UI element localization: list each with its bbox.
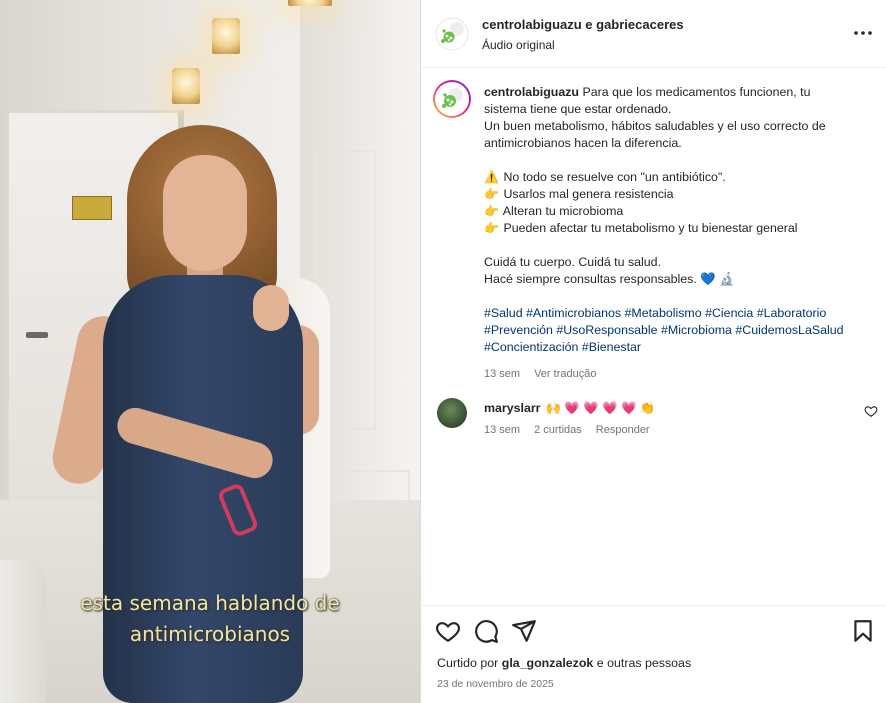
share-send-icon[interactable] — [511, 618, 537, 644]
bullet-item: 👉 Alteran tu microbioma — [484, 204, 624, 218]
comment-time[interactable]: 13 sem — [484, 424, 520, 436]
comment-username[interactable]: maryslarr — [484, 401, 541, 415]
comment-likes[interactable]: 2 curtidas — [534, 424, 582, 436]
comment-like-heart-icon[interactable] — [864, 404, 878, 418]
more-horizontal-icon — [854, 31, 872, 35]
audio-label[interactable]: Áudio original — [482, 38, 555, 52]
door-handle — [26, 332, 48, 338]
wall-lamp — [288, 0, 332, 6]
lab-logo-icon — [435, 17, 469, 51]
bullet-item: 👉 Usarlos mal genera resistencia — [484, 187, 674, 201]
post-date[interactable]: 23 de novembro de 2025 — [437, 678, 554, 690]
author-avatar[interactable] — [433, 80, 471, 118]
hashtags-line[interactable]: #Salud #Antimicrobianos #Metabolismo #Ci… — [484, 305, 876, 322]
caption-closing: Cuidá tu cuerpo. Cuidá tu salud. — [484, 255, 662, 269]
comment-item: maryslarr 🙌 💗 💗 💗 💗 👏 13 sem 2 curtidas Res… — [421, 396, 886, 446]
wall-lamp — [212, 18, 240, 54]
post-info-panel: centrolabiguazu e gabriecaceres Áudio or… — [421, 0, 886, 703]
caption-line: Para que los medicamentos funcionen, tu — [582, 85, 811, 99]
comment-text: maryslarr 🙌 💗 💗 💗 💗 👏 — [484, 401, 655, 416]
like-heart-icon[interactable] — [435, 618, 461, 644]
lab-logo-icon — [436, 83, 468, 115]
save-bookmark-icon[interactable] — [850, 618, 876, 644]
comment-body: 🙌 💗 💗 💗 💗 👏 — [545, 401, 656, 415]
post-header: centrolabiguazu e gabriecaceres Áudio or… — [421, 0, 886, 68]
more-options-icon[interactable] — [852, 22, 874, 44]
caption-line: antimicrobianos hacen la diferencia. — [484, 136, 682, 150]
presenter-hand — [253, 285, 289, 331]
post-caption: centrolabiguazu Para que los medicamento… — [484, 84, 876, 383]
caption-closing: Hacé siempre consultas responsables. 💙 🔬 — [484, 272, 735, 286]
presenter-face — [163, 155, 247, 271]
comment-meta: 13 sem 2 curtidas Responder — [484, 424, 664, 436]
bullet-item: 👉 Pueden afectar tu metabolismo y tu bie… — [484, 221, 798, 235]
post-video[interactable]: esta semana hablando de antimicrobianos — [0, 0, 420, 703]
reply-button[interactable]: Responder — [596, 424, 650, 436]
commenter-avatar[interactable] — [437, 398, 467, 428]
video-caption-line1: esta semana hablando de — [80, 591, 340, 615]
pointing-hand-emoji-icon: 👉 — [484, 221, 499, 235]
account-avatar[interactable] — [435, 17, 469, 51]
see-translation-link[interactable]: Ver tradução — [534, 368, 596, 380]
hashtags-line[interactable]: #Prevención #UsoResponsable #Microbioma … — [484, 322, 876, 339]
video-caption-line2: antimicrobianos — [129, 622, 291, 646]
comment-icon[interactable] — [473, 618, 499, 644]
liked-by-text[interactable]: Curtido por gla_gonzalezok e outras pess… — [437, 656, 691, 670]
post-accounts[interactable]: centrolabiguazu e gabriecaceres — [482, 17, 684, 32]
pointing-hand-emoji-icon: 👉 — [484, 187, 499, 201]
bullet-item: ⚠️ No todo se resuelve con "un antibióti… — [484, 170, 726, 184]
caption-line: Un buen metabolismo, hábitos saludables … — [484, 119, 826, 133]
presenter-figure — [47, 125, 325, 703]
wall-lamp — [172, 68, 200, 104]
caption-time[interactable]: 13 sem — [484, 368, 520, 380]
caption-meta: 13 sem Ver tradução — [484, 366, 876, 383]
warning-emoji-icon: ⚠️ — [484, 170, 499, 184]
caption-line: sistema tiene que estar ordenado. — [484, 102, 672, 116]
liked-by-user[interactable]: gla_gonzalezok — [502, 656, 594, 670]
hashtags-line[interactable]: #Concientización #Bienestar — [484, 339, 876, 356]
pointing-hand-emoji-icon: 👉 — [484, 204, 499, 218]
post-actions: Curtido por gla_gonzalezok e outras pess… — [421, 605, 886, 703]
caption-username[interactable]: centrolabiguazu — [484, 85, 579, 99]
